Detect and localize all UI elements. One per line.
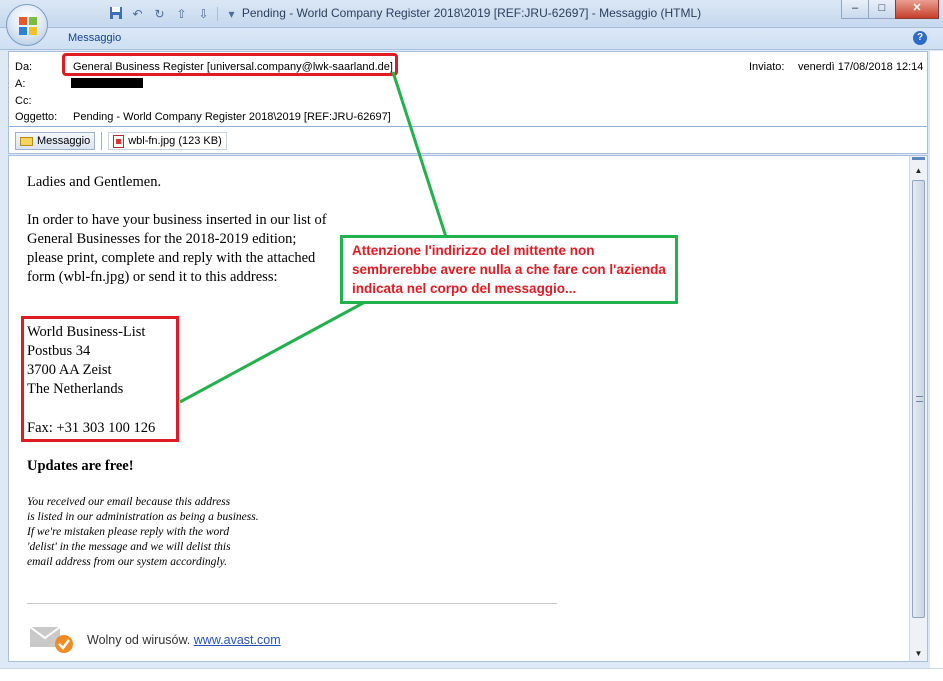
subject-label: Oggetto:	[15, 111, 58, 123]
address-line: 3700 AA Zeist	[27, 362, 112, 378]
cc-label: Cc:	[15, 95, 32, 107]
warning-note: Attenzione l'indirizzo del mittente non …	[340, 235, 678, 304]
help-icon[interactable]: ?	[913, 31, 927, 45]
envelope-icon	[20, 136, 33, 146]
attachment-file-label: wbl-fn.jpg (123 KB)	[128, 135, 222, 147]
fax-number: Fax: +31 303 100 126	[27, 420, 156, 436]
ribbon: Messaggio ?	[0, 28, 943, 50]
disclaimer-line: You received our email because this addr…	[27, 496, 231, 508]
address-line: World Business-List	[27, 324, 146, 340]
address-line: Postbus 34	[27, 343, 91, 359]
postal-address: World Business-List Postbus 34 3700 AA Z…	[27, 323, 145, 399]
disclaimer-line: is listed in our administration as being…	[27, 511, 259, 523]
message-tab-label: Messaggio	[37, 135, 91, 147]
office-button[interactable]	[6, 4, 48, 46]
address-line: The Netherlands	[27, 381, 124, 397]
minimize-button[interactable]: –	[841, 0, 869, 19]
scroll-thumb[interactable]	[912, 180, 925, 618]
scroll-down-icon[interactable]: ▼	[910, 645, 927, 661]
greeting: Ladies and Gentlemen.	[27, 174, 162, 190]
scroll-up-icon[interactable]: ▲	[910, 162, 927, 179]
subject-value: Pending - World Company Register 2018\20…	[73, 111, 391, 123]
redacted-recipient	[71, 78, 143, 88]
sent-label: Inviato:	[749, 61, 785, 73]
avast-icon	[29, 626, 73, 653]
avast-signature: Wolny od wirusów. www.avast.com	[87, 633, 281, 647]
disclaimer: You received our email because this addr…	[27, 495, 327, 570]
close-button[interactable]: ✕	[895, 0, 939, 19]
disclaimer-line: email address from our system accordingl…	[27, 556, 227, 568]
jpg-file-icon	[113, 134, 125, 148]
from-label: Da:	[15, 61, 33, 73]
signature-divider	[27, 603, 557, 604]
sent-value: venerdì 17/08/2018 12:14	[798, 61, 924, 73]
attachment-file[interactable]: wbl-fn.jpg (123 KB)	[108, 132, 227, 150]
tab-messaggio[interactable]: Messaggio	[68, 32, 121, 44]
attachment-bar: Messaggio wbl-fn.jpg (123 KB)	[15, 132, 227, 150]
disclaimer-line: 'delist' in the message and we will deli…	[27, 541, 231, 553]
window-controls: – □ ✕	[841, 0, 939, 19]
disclaimer-line: If we're mistaken please reply with the …	[27, 526, 230, 538]
title-bar: ↶ ↻ ⇧ ⇩ ▾ Pending - World Company Regist…	[0, 0, 943, 28]
body-paragraph: In order to have your business inserted …	[27, 212, 327, 285]
maximize-button[interactable]: □	[868, 0, 896, 19]
body-text: Ladies and Gentlemen. In order to have y…	[27, 173, 327, 298]
to-label: A:	[15, 78, 26, 90]
header-divider	[9, 126, 927, 127]
avast-link[interactable]: www.avast.com	[194, 633, 281, 647]
sender-highlight-box	[62, 53, 398, 76]
message-tab-button[interactable]: Messaggio	[15, 132, 96, 150]
message-body: Ladies and Gentlemen. In order to have y…	[8, 155, 928, 662]
avast-text: Wolny od wirusów.	[87, 633, 191, 647]
updates-free-heading: Updates are free!	[27, 458, 134, 474]
window-title: Pending - World Company Register 2018\20…	[241, 6, 702, 20]
office-button-icon	[19, 17, 37, 35]
vertical-scrollbar[interactable]: ▲ ▼	[909, 156, 927, 661]
